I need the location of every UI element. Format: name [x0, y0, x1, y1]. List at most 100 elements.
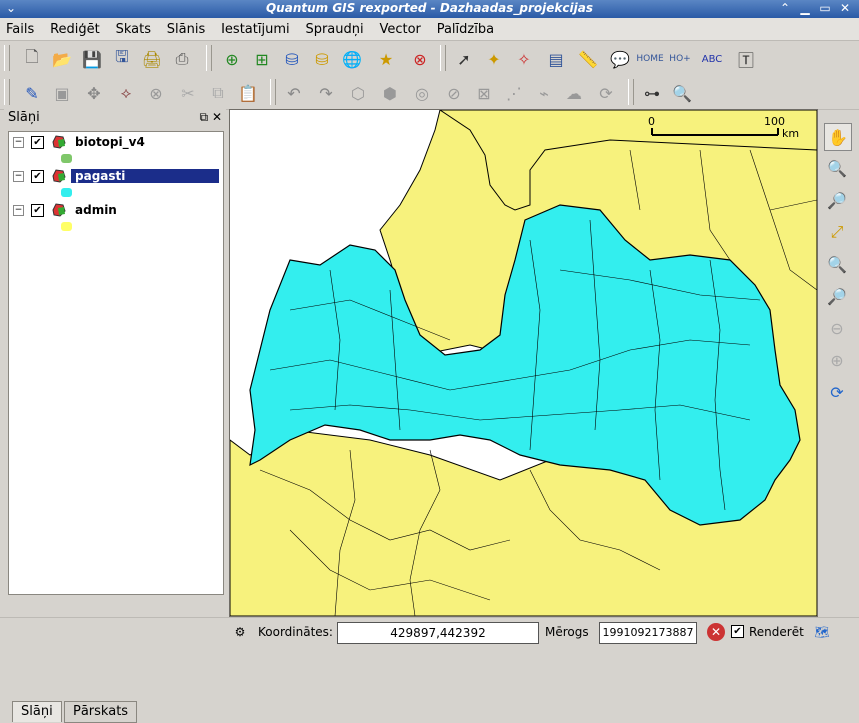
coordinates-label: Koordinātes:: [258, 625, 333, 639]
redo-icon[interactable]: ↷: [314, 81, 338, 105]
zoom-out-icon[interactable]: 🔎: [824, 187, 850, 213]
layer-visibility-checkbox[interactable]: ✔: [31, 204, 44, 217]
toolbar-file: 🗋 📂 💾 🖫 🖨 ⎙ ⊕ ⊞ ⛁ ⛁ 🌐 ★ ⊗ ➚ ✦ ✧ ▤ 📏 💬 HO…: [0, 41, 859, 76]
zoom-in-icon[interactable]: 🔍: [824, 155, 850, 181]
add-postgis-icon[interactable]: ⛁: [280, 47, 304, 71]
map-canvas[interactable]: 0 100 km: [229, 109, 818, 617]
add-raster-icon[interactable]: ⊞: [250, 47, 274, 71]
merge-icon[interactable]: ⋰: [502, 81, 526, 105]
menu-slanis[interactable]: Slānis: [161, 20, 211, 39]
node-tool-icon[interactable]: ⟡: [114, 81, 138, 105]
deselect-icon[interactable]: ✧: [512, 47, 536, 71]
select-icon[interactable]: ✦: [482, 47, 506, 71]
measure-icon[interactable]: 📏: [576, 47, 600, 71]
float-icon[interactable]: ⧉: [200, 110, 209, 124]
zoom-select-icon[interactable]: 🔍: [670, 81, 694, 105]
identify-icon[interactable]: ➚: [452, 47, 476, 71]
attribute-table-icon[interactable]: ▤: [544, 47, 568, 71]
layer-visibility-checkbox[interactable]: ✔: [31, 170, 44, 183]
layer-item-pagasti[interactable]: − ✔ pagasti: [9, 168, 223, 186]
menu-iestatijumi[interactable]: Iestatījumi: [215, 20, 296, 39]
maximize-icon[interactable]: ▭: [817, 1, 833, 16]
toolbar-grip[interactable]: [440, 45, 446, 71]
toolbar-grip[interactable]: [270, 79, 276, 105]
add-wfs-icon[interactable]: 🌐: [340, 47, 364, 71]
save-project-icon[interactable]: 💾: [80, 47, 104, 71]
collapse-icon[interactable]: −: [13, 205, 24, 216]
toolbar-grip[interactable]: [206, 45, 212, 71]
zoom-last-icon[interactable]: ⊖: [824, 315, 850, 341]
collapse-icon[interactable]: −: [13, 171, 24, 182]
add-vector-icon[interactable]: ⊕: [220, 47, 244, 71]
paste-icon[interactable]: 📋: [236, 81, 260, 105]
tab-layers[interactable]: Slāņi: [12, 701, 62, 722]
add-island-icon[interactable]: ⬢: [378, 81, 402, 105]
minimize-icon[interactable]: ▁: [797, 1, 813, 16]
open-project-icon[interactable]: 📂: [50, 47, 74, 71]
coordinates-field[interactable]: 429897,442392: [337, 622, 539, 644]
zoom-layer-icon[interactable]: 🔍: [824, 251, 850, 277]
delete-part-icon[interactable]: ⊘: [442, 81, 466, 105]
toggle-extents-icon[interactable]: ⚙: [230, 622, 250, 642]
menu-vector[interactable]: Vector: [373, 20, 426, 39]
simplify-icon[interactable]: ⌁: [532, 81, 556, 105]
menu-spraudni[interactable]: Spraudņi: [299, 20, 369, 39]
move-icon[interactable]: ✥: [82, 81, 106, 105]
remove-layer-icon[interactable]: ⊗: [408, 47, 432, 71]
refresh-icon[interactable]: ⟳: [824, 379, 850, 405]
projection-icon[interactable]: 🗺: [812, 622, 832, 642]
menu-fails[interactable]: Fails: [0, 20, 40, 39]
map-tips-icon[interactable]: 💬: [608, 47, 632, 71]
symbol-swatch: [61, 222, 72, 231]
home-plus-icon[interactable]: HO+: [668, 47, 692, 71]
close-icon[interactable]: ✕: [837, 1, 853, 16]
add-layer-star-icon[interactable]: ★: [374, 47, 398, 71]
tab-overview[interactable]: Pārskats: [64, 701, 138, 723]
home-icon[interactable]: HOME: [636, 47, 663, 71]
reshape-icon[interactable]: ☁: [562, 81, 586, 105]
toolbar-grip[interactable]: [4, 79, 10, 105]
delete-icon[interactable]: ⊗: [144, 81, 168, 105]
pan-hand-icon[interactable]: ✋: [824, 123, 852, 151]
window-title: Quantum GIS rexported - Dazhaadas_projek…: [265, 1, 593, 15]
zoom-next-icon[interactable]: ⊕: [824, 347, 850, 373]
layer-tree[interactable]: − ✔ biotopi_v4 − ✔ pagasti − ✔ admin: [8, 131, 224, 595]
render-checkbox[interactable]: ✔: [731, 625, 744, 638]
shade-icon[interactable]: ⌃: [777, 1, 793, 16]
status-bar: ⚙ Koordinātes: 429897,442392 Mērogs 1991…: [0, 617, 859, 649]
layer-name: pagasti: [71, 169, 219, 183]
map-rendering: [230, 110, 817, 616]
text-annotation-icon[interactable]: 🅃: [734, 47, 758, 71]
undo-icon[interactable]: ↶: [282, 81, 306, 105]
stop-render-icon[interactable]: ✕: [707, 623, 725, 641]
layer-visibility-checkbox[interactable]: ✔: [31, 136, 44, 149]
layer-item-admin[interactable]: − ✔ admin: [9, 202, 223, 220]
new-project-icon[interactable]: 🗋: [20, 47, 44, 71]
save-as-icon[interactable]: 🖫: [110, 47, 134, 71]
add-ring-icon[interactable]: ⬡: [346, 81, 370, 105]
save-edits-icon[interactable]: ▣: [50, 81, 74, 105]
menu-palidziba[interactable]: Palīdzība: [431, 20, 500, 39]
zoom-full-icon[interactable]: ⤢: [824, 219, 850, 245]
cut-icon[interactable]: ✂: [176, 81, 200, 105]
pencil-icon[interactable]: ✎: [20, 81, 44, 105]
menu-skats[interactable]: Skats: [110, 20, 157, 39]
scale-field[interactable]: 1991092173887: [599, 622, 697, 644]
rotate-icon[interactable]: ⟳: [594, 81, 618, 105]
vector-layer-icon: [52, 203, 66, 217]
copy-icon[interactable]: ⧉: [206, 81, 230, 105]
add-wms-icon[interactable]: ⛁: [310, 47, 334, 71]
delete-ring-icon[interactable]: ◎: [410, 81, 434, 105]
split-icon[interactable]: ⊠: [472, 81, 496, 105]
print-icon[interactable]: ⎙: [170, 47, 194, 71]
toolbar-grip[interactable]: [628, 79, 634, 105]
toolbar-grip[interactable]: [4, 45, 10, 71]
collapse-icon[interactable]: −: [13, 137, 24, 148]
menu-rediget[interactable]: Rediģēt: [44, 20, 106, 39]
close-icon[interactable]: ✕: [212, 110, 222, 124]
capture-gps-icon[interactable]: ⊶: [640, 81, 664, 105]
print-composer-icon[interactable]: 🖨: [140, 47, 164, 71]
layer-item-biotopi[interactable]: − ✔ biotopi_v4: [9, 134, 223, 152]
label-icon[interactable]: ABC: [700, 47, 724, 71]
zoom-select-icon[interactable]: 🔎: [824, 283, 850, 309]
